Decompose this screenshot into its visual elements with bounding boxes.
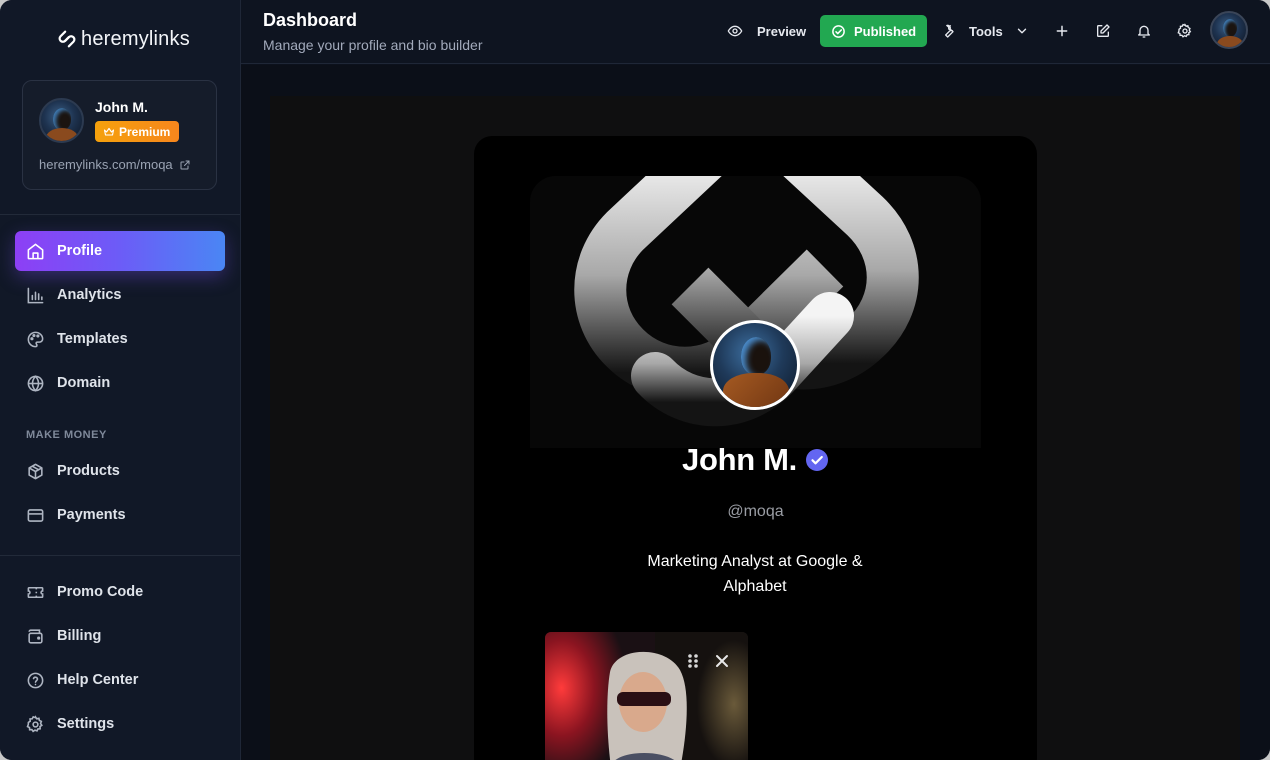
edit-icon	[1097, 24, 1110, 37]
user-card: John M. Premium heremylinks.com/moqa	[22, 80, 217, 190]
globe-icon	[27, 374, 44, 392]
wallet-icon	[28, 628, 43, 644]
sidebar-item-promo-code[interactable]: Promo Code	[15, 572, 225, 612]
close-icon[interactable]	[714, 652, 730, 670]
gear-icon	[1177, 23, 1192, 38]
profile-preview: John M. @moqa Marketing Analyst at Googl…	[474, 136, 1037, 760]
section-heading-make-money: MAKE MONEY	[26, 429, 107, 441]
logo[interactable]: heremylinks	[56, 27, 190, 51]
logo-text: heremylinks	[81, 27, 190, 50]
profile-url-link[interactable]: heremylinks.com/moqa	[39, 157, 191, 172]
notifications-button[interactable]	[1133, 20, 1155, 42]
sidebar-divider	[0, 214, 240, 215]
external-link-icon	[180, 160, 190, 169]
top-bar: Dashboard Manage your profile and bio bu…	[241, 0, 1270, 64]
palette-icon	[27, 331, 44, 347]
bar-chart-icon	[27, 287, 44, 303]
sidebar-item-label: Billing	[57, 628, 102, 644]
tools-dropdown-label: Tools	[969, 23, 1003, 39]
sidebar: heremylinks John M. Premium heremylinks.…	[0, 0, 241, 760]
page-subtitle: Manage your profile and bio builder	[263, 37, 483, 53]
crown-icon	[103, 127, 115, 136]
tools-dropdown[interactable]: Tools	[939, 15, 1029, 47]
wrench-icon	[945, 24, 954, 38]
sidebar-item-templates[interactable]: Templates	[15, 319, 225, 359]
ticket-icon	[27, 586, 44, 598]
credit-card-icon	[27, 508, 44, 522]
sidebar-item-billing[interactable]: Billing	[15, 616, 225, 656]
preview-button-label: Preview	[757, 23, 807, 39]
help-circle-icon	[27, 672, 44, 688]
sidebar-item-profile[interactable]: Profile	[15, 231, 225, 271]
bell-icon	[1138, 25, 1150, 38]
gear-icon	[26, 714, 43, 732]
avatar[interactable]	[39, 98, 84, 143]
sidebar-item-help-center[interactable]: Help Center	[15, 660, 225, 700]
sidebar-item-label: Templates	[57, 331, 128, 347]
box-icon	[28, 463, 43, 479]
sidebar-item-domain[interactable]: Domain	[15, 363, 225, 403]
sidebar-item-label: Help Center	[57, 672, 139, 688]
preview-canvas: John M. @moqa Marketing Analyst at Googl…	[270, 96, 1240, 760]
sidebar-item-label: Domain	[57, 375, 111, 391]
premium-badge-label: Premium	[119, 124, 171, 139]
sidebar-item-label: Settings	[57, 716, 115, 732]
eye-icon	[727, 25, 743, 37]
profile-name-text: John M.	[682, 442, 797, 477]
edit-button[interactable]	[1092, 20, 1114, 42]
sidebar-item-label: Products	[57, 463, 120, 479]
published-button[interactable]: Published	[820, 15, 928, 47]
main-content: John M. @moqa Marketing Analyst at Googl…	[241, 65, 1270, 760]
link-card[interactable]	[545, 632, 748, 760]
sidebar-item-label: Payments	[57, 507, 126, 523]
verified-badge-icon	[806, 449, 828, 471]
sidebar-item-payments[interactable]: Payments	[15, 495, 225, 535]
profile-handle: @moqa	[727, 503, 784, 520]
sidebar-item-label: Profile	[57, 243, 103, 259]
profile-name: John M.	[474, 442, 1037, 478]
profile-avatar[interactable]	[710, 320, 800, 410]
sidebar-divider	[0, 555, 240, 556]
logo-icon	[58, 30, 76, 48]
premium-badge: Premium	[95, 121, 180, 142]
app-window: heremylinks John M. Premium heremylinks.…	[0, 0, 1270, 760]
avatar[interactable]	[1210, 11, 1248, 49]
home-icon	[27, 243, 44, 259]
sidebar-item-label: Promo Code	[57, 584, 144, 600]
check-circle-icon	[832, 24, 845, 38]
profile-bio: Marketing Analyst at Google & Alphabet	[647, 553, 863, 595]
page-title: Dashboard	[263, 10, 358, 30]
sidebar-item-products[interactable]: Products	[15, 451, 225, 491]
sidebar-item-settings[interactable]: Settings	[15, 704, 225, 744]
user-name: John M.	[95, 99, 148, 115]
settings-button[interactable]	[1174, 20, 1196, 42]
plus-icon	[1056, 25, 1068, 37]
chevron-down-icon	[1017, 28, 1026, 34]
drag-handle-icon[interactable]	[685, 652, 701, 670]
sidebar-item-label: Analytics	[57, 287, 122, 303]
profile-url-text: heremylinks.com/moqa	[39, 157, 173, 172]
sidebar-item-analytics[interactable]: Analytics	[15, 275, 225, 315]
add-button[interactable]	[1051, 20, 1073, 42]
preview-button[interactable]: Preview	[727, 15, 806, 47]
published-button-label: Published	[854, 23, 917, 39]
